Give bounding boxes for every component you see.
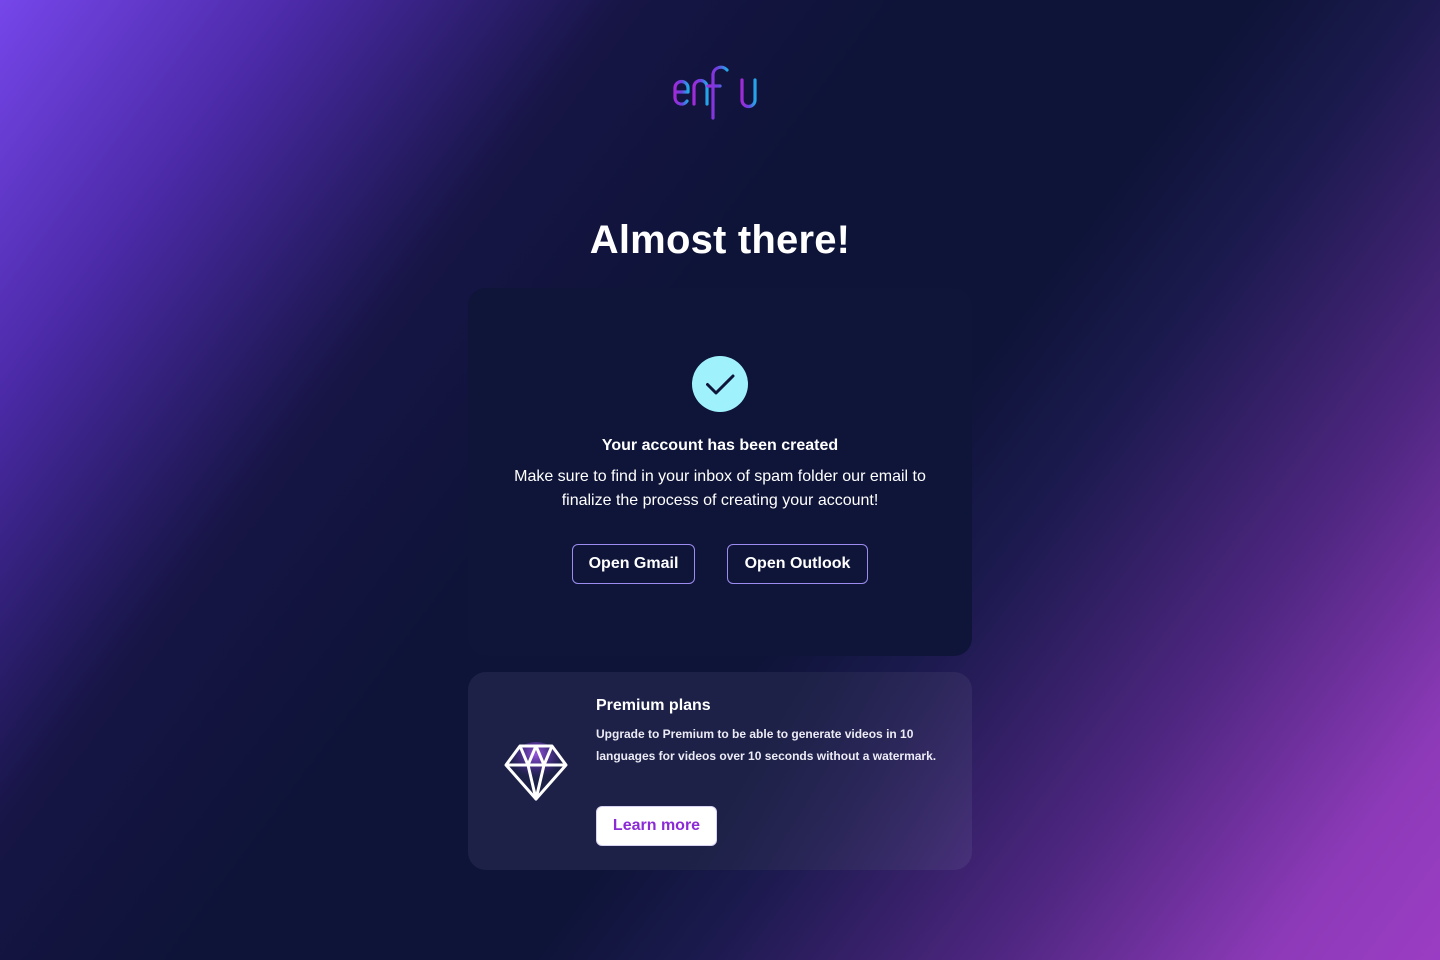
enflu-logo: [655, 64, 782, 132]
learn-more-button[interactable]: Learn more: [596, 806, 717, 846]
diamond-icon: [504, 742, 568, 801]
open-gmail-button[interactable]: Open Gmail: [572, 544, 695, 584]
account-created-card: Your account has been created Make sure …: [468, 288, 972, 656]
confirmation-message: Make sure to find in your inbox of spam …: [514, 468, 926, 509]
page-title: Almost there!: [589, 218, 851, 262]
premium-description: Upgrade to Premium to be able to generat…: [596, 727, 937, 763]
check-icon: [692, 356, 748, 412]
premium-plans-card: Premium plans Upgrade to Premium to be a…: [468, 672, 972, 870]
confirmation-heading: Your account has been created: [601, 437, 839, 454]
open-outlook-button[interactable]: Open Outlook: [727, 544, 868, 584]
premium-title: Premium plans: [596, 697, 711, 714]
